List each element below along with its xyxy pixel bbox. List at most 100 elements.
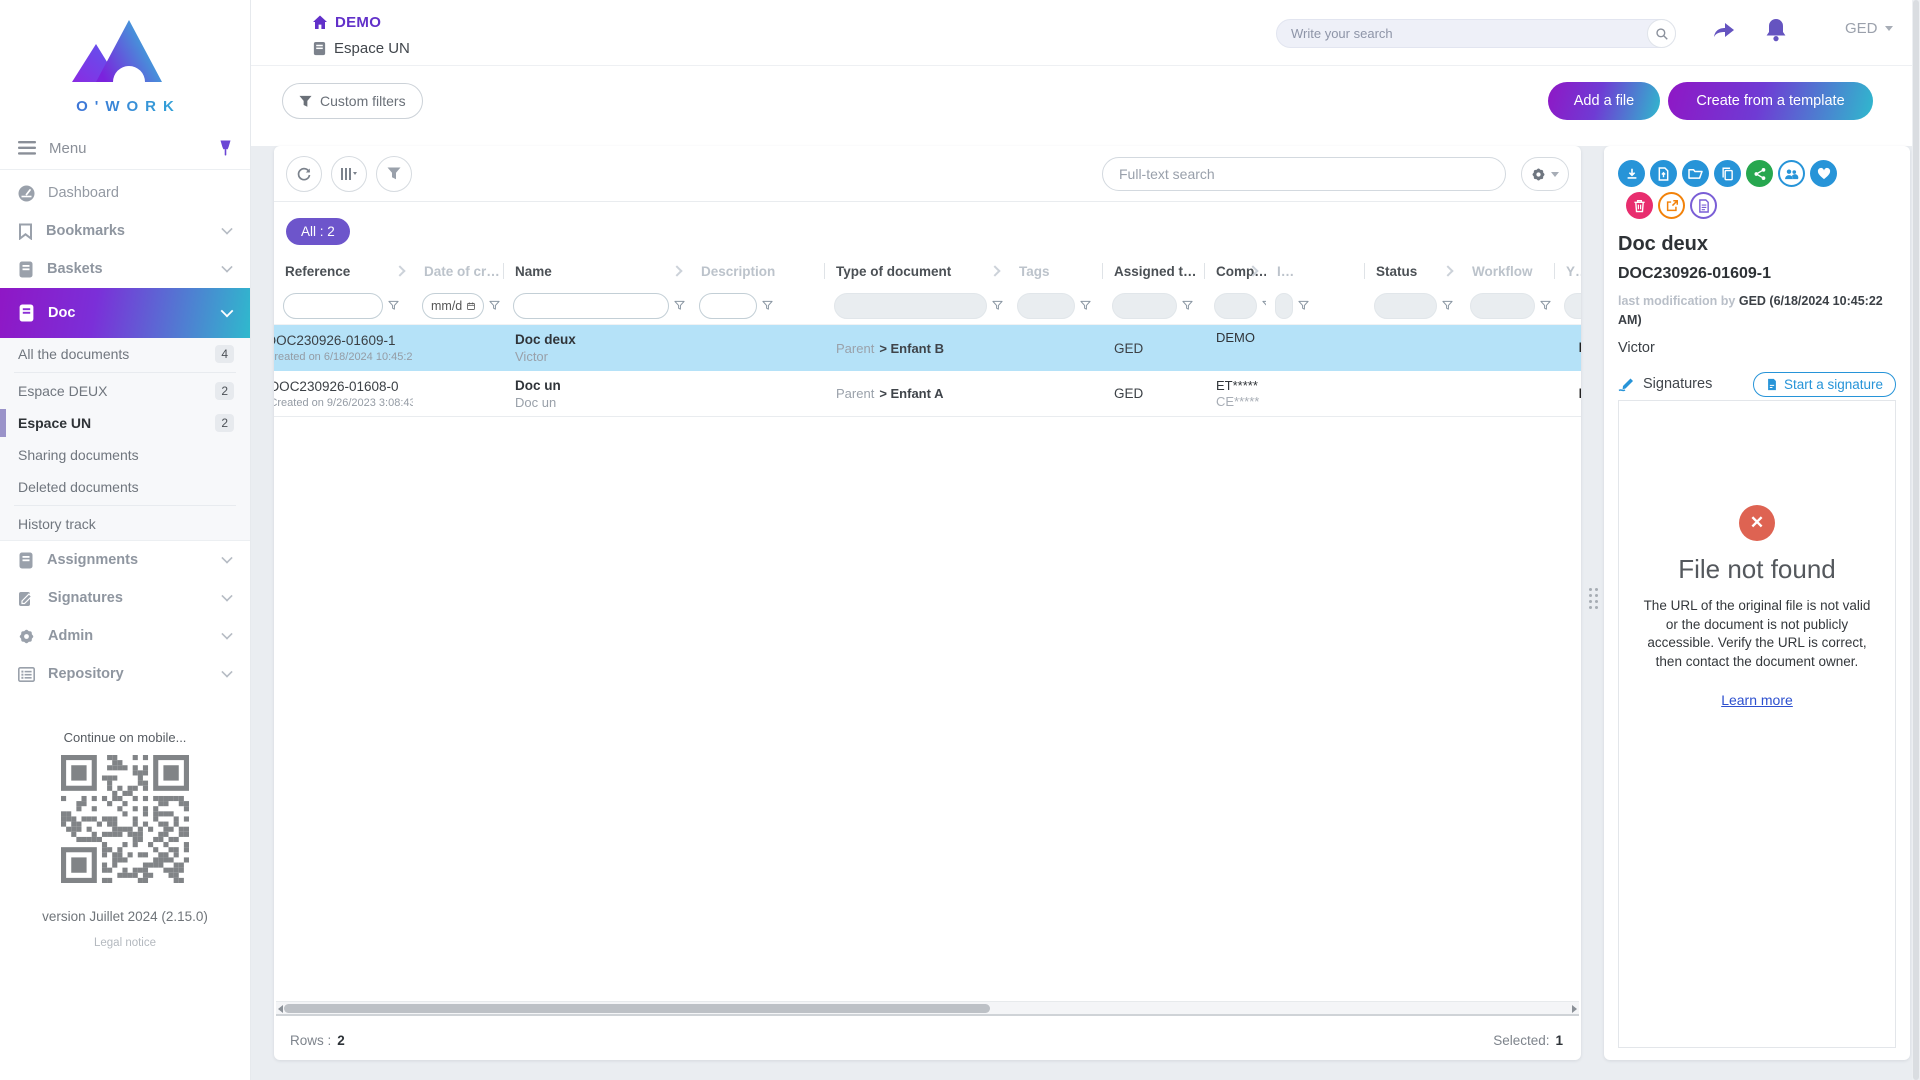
date-filter[interactable] <box>422 293 484 319</box>
panel-resize-handle[interactable] <box>1589 588 1598 609</box>
table-settings-button[interactable] <box>1521 157 1569 191</box>
horizontal-scrollbar[interactable] <box>276 1001 1579 1016</box>
version-label: version Juillet 2024 (2.15.0) <box>0 909 250 924</box>
date-filter-input[interactable] <box>431 299 463 313</box>
global-search[interactable] <box>1276 19 1676 48</box>
funnel-icon[interactable] <box>674 300 685 311</box>
page-scrollbar[interactable] <box>1912 0 1920 1080</box>
sidebar-item-bookmarks[interactable]: Bookmarks <box>0 212 250 250</box>
sidebar-item-assignments[interactable]: Assignments <box>0 541 250 579</box>
legal-notice-link[interactable]: Legal notice <box>0 937 250 949</box>
column-header-i[interactable]: I… <box>1266 255 1365 287</box>
status-filter[interactable] <box>1374 293 1437 319</box>
sidebar-item-all-documents[interactable]: All the documents 4 <box>0 338 250 370</box>
book-icon <box>18 552 34 569</box>
description-filter-input[interactable] <box>708 299 748 313</box>
open-external-button[interactable] <box>1658 192 1685 219</box>
table-row[interactable]: A DOC230926-01608-0 Created on 9/26/2023… <box>274 371 1581 417</box>
refresh-button[interactable] <box>286 156 322 192</box>
open-folder-button[interactable] <box>1682 160 1709 187</box>
custom-filters-button[interactable]: Custom filters <box>282 83 423 119</box>
funnel-icon[interactable] <box>1080 300 1091 311</box>
sidebar-item-espace-un[interactable]: Espace UN 2 <box>0 407 250 439</box>
sidebar-item-sharing-documents[interactable]: Sharing documents <box>0 439 250 471</box>
funnel-icon[interactable] <box>1298 300 1309 311</box>
copy-button[interactable] <box>1714 160 1741 187</box>
row-created: Created on 9/26/2023 3:08:43 AM <box>274 397 413 409</box>
menu-toggle[interactable]: Menu <box>0 131 250 165</box>
calendar-icon[interactable] <box>467 300 475 312</box>
tags-filter[interactable] <box>1017 293 1075 319</box>
i-filter[interactable] <box>1275 293 1293 319</box>
reference-filter[interactable] <box>283 293 383 319</box>
download-button[interactable] <box>1618 160 1645 187</box>
funnel-icon[interactable] <box>1442 300 1453 311</box>
funnel-icon[interactable] <box>992 300 1003 311</box>
funnel-icon[interactable] <box>388 300 399 311</box>
column-header-reference[interactable]: Reference <box>274 255 413 287</box>
column-header-tags[interactable]: Tags <box>1008 255 1103 287</box>
start-signature-button[interactable]: Start a signature <box>1753 372 1896 397</box>
column-header-workflow[interactable]: Workflow <box>1461 255 1555 287</box>
fulltext-search[interactable] <box>1102 157 1506 191</box>
workflow-filter[interactable] <box>1470 293 1535 319</box>
favorite-button[interactable] <box>1810 160 1837 187</box>
sidebar-item-repository[interactable]: Repository <box>0 655 250 693</box>
scroll-right-arrow-icon[interactable] <box>1572 1005 1577 1013</box>
column-header-type[interactable]: Type of document <box>825 255 1008 287</box>
filter-tab-all[interactable]: All : 2 <box>286 218 350 245</box>
global-search-input[interactable] <box>1277 26 1647 41</box>
row-subtitle: Doc un <box>515 395 690 410</box>
column-header-date[interactable]: Date of cr… <box>413 255 504 287</box>
assigned-filter[interactable] <box>1112 293 1177 319</box>
funnel-icon[interactable] <box>1540 300 1551 311</box>
breadcrumb-root-row[interactable]: DEMO <box>312 11 410 33</box>
upload-version-button[interactable] <box>1650 160 1677 187</box>
sidebar-item-deleted-documents[interactable]: Deleted documents <box>0 471 250 503</box>
filter-button[interactable] <box>376 156 412 192</box>
name-filter[interactable] <box>513 293 669 319</box>
table-row[interactable]: w DOC230926-01609-1 Created on 6/18/2024… <box>274 325 1581 371</box>
comp-filter[interactable] <box>1214 293 1257 319</box>
page-scrollbar-thumb[interactable] <box>1913 0 1919 1080</box>
fulltext-search-input[interactable] <box>1103 166 1505 182</box>
y-filter[interactable] <box>1564 293 1581 319</box>
permissions-button[interactable] <box>1778 160 1805 187</box>
column-header-description[interactable]: Description <box>690 255 825 287</box>
description-filter[interactable] <box>699 293 757 319</box>
sidebar-item-baskets[interactable]: Baskets <box>0 250 250 288</box>
funnel-icon[interactable] <box>762 300 773 311</box>
column-header-name[interactable]: Name <box>504 255 690 287</box>
scrollbar-thumb[interactable] <box>284 1004 990 1013</box>
user-menu[interactable]: GED <box>1845 20 1893 37</box>
column-header-comp[interactable]: Comp… <box>1205 255 1266 287</box>
pin-icon[interactable] <box>219 140 232 156</box>
assigned-cell: GED <box>1103 325 1205 371</box>
sidebar-item-doc[interactable]: Doc <box>0 288 250 338</box>
sidebar-item-signatures[interactable]: Signatures <box>0 579 250 617</box>
column-header-y[interactable]: Y… <box>1555 255 1581 287</box>
delete-button[interactable] <box>1626 192 1653 219</box>
sidebar-item-admin[interactable]: Admin <box>0 617 250 655</box>
reference-filter-input[interactable] <box>292 299 374 313</box>
create-from-template-button[interactable]: Create from a template <box>1668 82 1873 120</box>
share-button[interactable] <box>1746 160 1773 187</box>
scroll-left-arrow-icon[interactable] <box>278 1005 283 1013</box>
funnel-icon[interactable] <box>1182 300 1193 311</box>
column-header-assigned[interactable]: Assigned t… <box>1103 255 1205 287</box>
bell-icon[interactable] <box>1764 17 1788 43</box>
column-header-status[interactable]: Status <box>1365 255 1461 287</box>
name-filter-input[interactable] <box>522 299 660 313</box>
type-value: > Enfant B <box>879 341 944 356</box>
share-forward-icon[interactable] <box>1711 17 1737 41</box>
search-icon[interactable] <box>1647 19 1676 48</box>
sidebar-item-history-track[interactable]: History track <box>0 508 250 540</box>
sidebar-item-dashboard[interactable]: Dashboard <box>0 174 250 212</box>
add-file-button[interactable]: Add a file <box>1548 82 1660 120</box>
type-filter[interactable] <box>834 293 987 319</box>
document-info-button[interactable] <box>1690 192 1717 219</box>
learn-more-link[interactable]: Learn more <box>1721 692 1793 708</box>
columns-button[interactable] <box>331 156 367 192</box>
sidebar-item-espace-deux[interactable]: Espace DEUX 2 <box>0 375 250 407</box>
funnel-icon[interactable] <box>489 300 500 311</box>
